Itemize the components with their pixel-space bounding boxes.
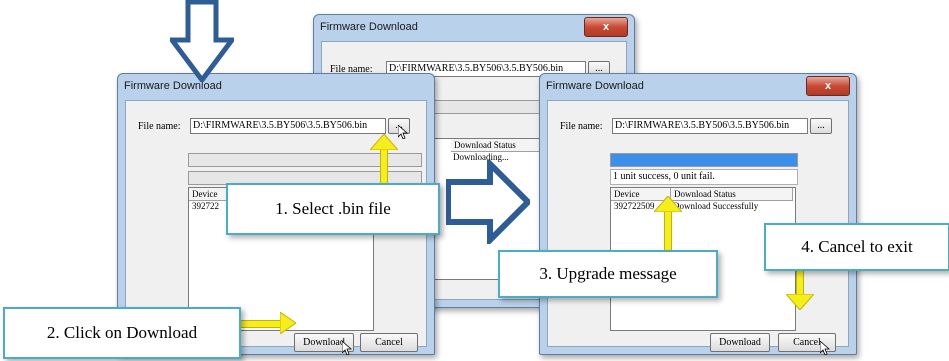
callout-text: 1. Select .bin file: [275, 199, 391, 218]
right-firmware-window: Firmware Download x File name: D:\FIRMWA…: [539, 73, 857, 355]
title-bar: Firmware Download x: [314, 15, 634, 41]
progress-bar: [610, 153, 798, 167]
title-bar: Firmware Download: [118, 74, 434, 100]
device-status-cell: Download Successfully: [673, 201, 759, 211]
upgrade-message: 1 unit success, 0 unit fail.: [610, 169, 798, 185]
yellow-arrow-step3: [664, 208, 672, 256]
close-button[interactable]: x: [584, 17, 628, 37]
right-arrow-icon: [446, 160, 530, 244]
down-arrow-icon: [170, 0, 234, 82]
title-bar: Firmware Download x: [540, 74, 856, 100]
mouse-cursor-icon: [398, 125, 408, 139]
progress-fill: [611, 154, 797, 166]
callout-text: 2. Click on Download: [46, 323, 198, 342]
cancel-button[interactable]: Cancel: [360, 333, 418, 352]
arrow-head-up-icon: [370, 134, 398, 150]
callout-upgrade-message: 3. Upgrade message: [498, 250, 718, 298]
window-title: Firmware Download: [546, 80, 644, 92]
callout-click-download: 2. Click on Download: [3, 307, 241, 359]
mouse-cursor-icon: [342, 341, 352, 355]
yellow-arrow-step2: [240, 320, 284, 328]
callout-select-bin: 1. Select .bin file: [226, 183, 440, 235]
list-header-status[interactable]: Download Status: [451, 139, 541, 152]
file-name-field[interactable]: D:\FIRMWARE\3.5.BY506\3.5.BY506.bin: [612, 118, 808, 134]
file-name-field[interactable]: D:\FIRMWARE\3.5.BY506\3.5.BY506.bin: [190, 118, 386, 134]
list-header-status[interactable]: Download Status: [671, 188, 793, 201]
arrow-head-up-icon: [654, 196, 682, 212]
file-name-label: File name:: [560, 121, 603, 132]
close-button[interactable]: x: [806, 76, 850, 96]
mouse-cursor-icon: [820, 341, 830, 355]
arrow-head-down-icon: [786, 294, 814, 310]
yellow-arrow-step1: [380, 146, 388, 184]
window-title: Firmware Download: [320, 21, 418, 33]
device-id-cell: 392722509: [614, 201, 655, 211]
download-button[interactable]: Download: [710, 333, 770, 352]
callout-text: 3. Upgrade message: [539, 264, 677, 283]
callout-cancel-exit: 4. Cancel to exit: [764, 223, 949, 271]
browse-button[interactable]: ...: [810, 118, 832, 134]
device-id-cell: 392722: [192, 201, 219, 211]
callout-text: 4. Cancel to exit: [801, 237, 913, 256]
file-name-label: File name:: [138, 121, 181, 132]
arrow-head-right-icon: [280, 312, 296, 334]
